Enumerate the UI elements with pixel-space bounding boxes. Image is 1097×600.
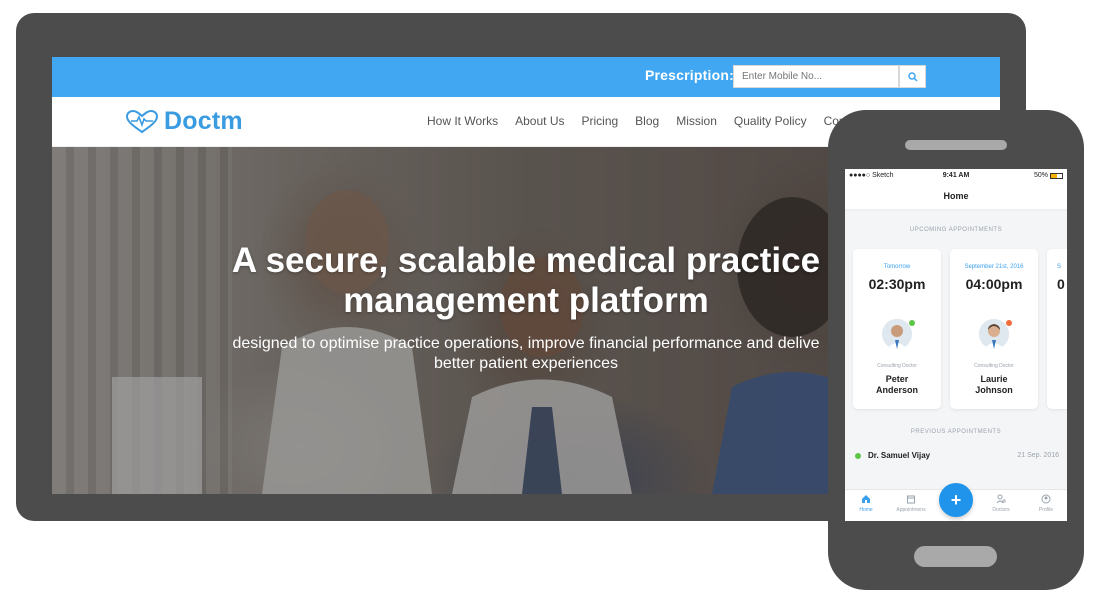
previous-appointment-row[interactable]: Dr. Samuel Vijay 21 Sep. 2016 — [845, 446, 1067, 466]
logo-text: Doctm — [164, 107, 243, 135]
tab-appointments[interactable]: Appointmens — [891, 494, 931, 513]
doctor-role: Consulting Doctor — [974, 363, 1014, 369]
appointment-time: 0 — [1057, 276, 1065, 292]
phone-speaker — [905, 140, 1007, 150]
doctor-last-name: Anderson — [875, 385, 918, 395]
doctor-icon — [996, 494, 1006, 504]
tab-profile-label: Profile — [1038, 507, 1054, 513]
status-dot — [855, 453, 861, 459]
doctor-avatar-icon — [882, 319, 912, 349]
tab-appointments-label: Appointmens — [896, 507, 926, 513]
phone-home-button[interactable] — [914, 546, 997, 567]
online-status-dot — [909, 320, 915, 326]
search-icon — [907, 71, 918, 82]
calendar-icon — [907, 495, 915, 504]
tab-doctors-label: Doctors — [992, 507, 1010, 513]
profile-icon — [1041, 494, 1051, 504]
appointment-date: September 21st, 2016 — [964, 264, 1024, 270]
mobile-app-screen: ●●●●○ Sketch 9:41 AM 50% Home UPCOMING A… — [845, 169, 1067, 521]
nav-links: How It Works About Us Pricing Blog Missi… — [427, 114, 866, 128]
battery-percent: 50% — [1033, 172, 1048, 179]
appointment-date: Tomorrow — [883, 264, 911, 270]
nav-blog[interactable]: Blog — [635, 114, 659, 128]
doctor-avatar — [882, 319, 912, 349]
hero-subtitle-line1: designed to optimise practice operations… — [232, 335, 820, 352]
prescription-search-button[interactable] — [899, 65, 926, 88]
appointment-card-partial[interactable]: S 0 — [1047, 249, 1067, 409]
nav-pricing[interactable]: Pricing — [581, 114, 618, 128]
doctor-first-name: Peter — [885, 374, 909, 384]
appointment-card[interactable]: Tomorrow 02:30pm Consulting Doctor Peter… — [853, 249, 941, 409]
mobile-number-input[interactable] — [733, 65, 899, 88]
busy-status-dot — [1006, 320, 1012, 326]
doctor-avatar — [979, 319, 1009, 349]
heartbeat-heart-icon — [125, 109, 159, 133]
tab-home[interactable]: Home — [846, 494, 886, 513]
home-icon — [862, 495, 870, 503]
nav-mission[interactable]: Mission — [676, 114, 717, 128]
status-bar: ●●●●○ Sketch 9:41 AM 50% — [845, 169, 1067, 183]
appointment-card[interactable]: September 21st, 2016 04:00pm Consulting … — [950, 249, 1038, 409]
battery-icon — [1050, 172, 1063, 179]
bottom-tab-bar: Home Appointmens + Doctors Profile — [845, 483, 1067, 521]
nav-quality-policy[interactable]: Quality Policy — [734, 114, 807, 128]
tab-home-label: Home — [859, 507, 873, 513]
site-logo[interactable]: Doctm — [124, 107, 243, 136]
previous-appointments-title: PREVIOUS APPOINTMENTS — [910, 429, 1002, 435]
stage: Prescription: Doctm How It Works About U… — [0, 0, 1097, 600]
prescription-bar: Prescription: — [52, 57, 1000, 97]
appointment-date: S — [1057, 264, 1062, 270]
battery-indicator: 50% — [1034, 172, 1063, 179]
prescription-label: Prescription: — [645, 67, 734, 83]
doctor-first-name: Laurie — [980, 374, 1008, 384]
doctor-role: Consulting Doctor — [877, 363, 917, 369]
upcoming-appointments-title: UPCOMING APPOINTMENTS — [909, 227, 1003, 233]
doctor-last-name: Johnson — [975, 385, 1013, 395]
doctor-avatar-icon — [979, 319, 1009, 349]
nav-about-us[interactable]: About Us — [515, 114, 564, 128]
app-header-title: Home — [845, 183, 1067, 209]
previous-appointment-date: 21 Sep. 2016 — [1017, 452, 1059, 459]
previous-doctor-name: Dr. Samuel Vijay — [868, 451, 931, 460]
mobile-phone-frame: ●●●●○ Sketch 9:41 AM 50% Home UPCOMING A… — [828, 110, 1084, 590]
add-appointment-button[interactable]: + — [939, 483, 973, 517]
tab-profile[interactable]: Profile — [1026, 494, 1066, 513]
doctor-name: Laurie Johnson — [950, 374, 1038, 396]
appointment-time: 04:00pm — [965, 276, 1023, 292]
doctor-name: Peter Anderson — [853, 374, 941, 396]
tab-doctors[interactable]: Doctors — [981, 494, 1021, 513]
nav-how-it-works[interactable]: How It Works — [427, 114, 498, 128]
appointment-time: 02:30pm — [868, 276, 926, 292]
